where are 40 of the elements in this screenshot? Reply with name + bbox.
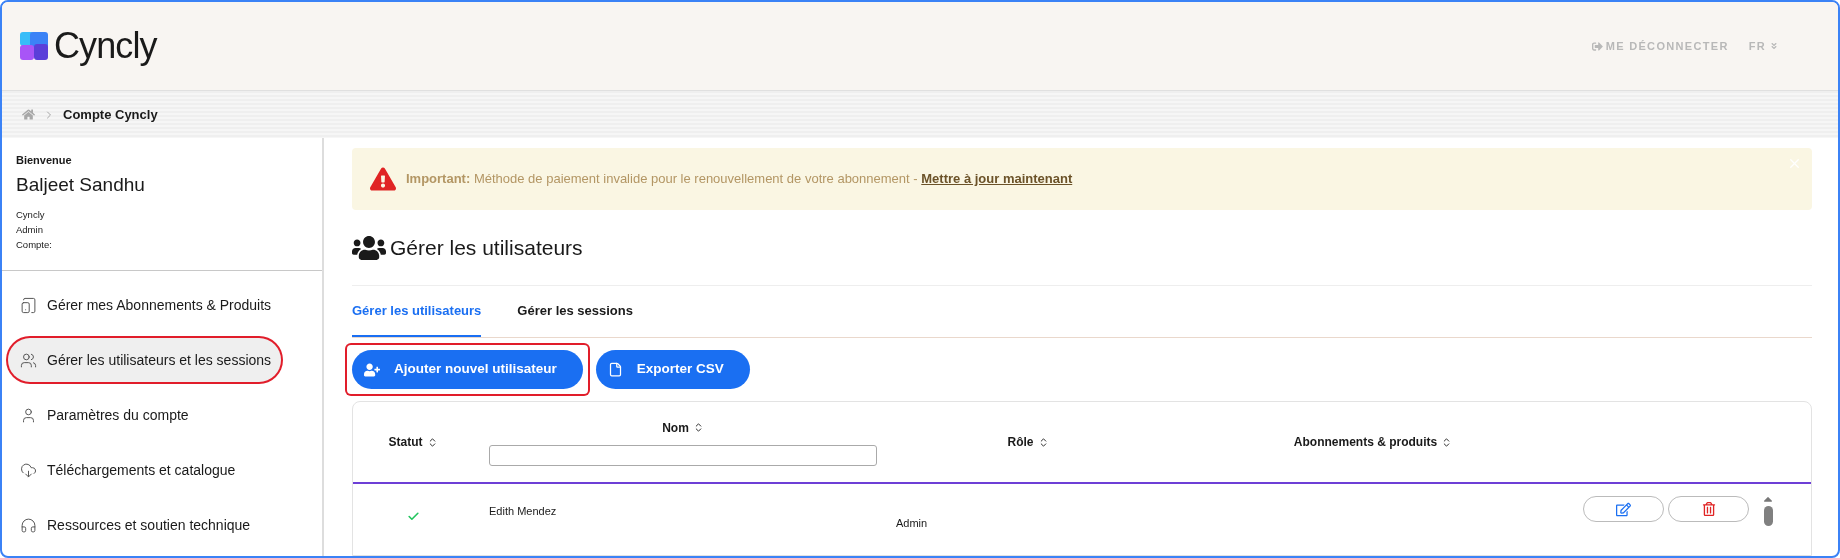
cloud-download-icon: [20, 461, 37, 479]
chevron-down-icon: [1770, 42, 1778, 50]
sidebar-item[interactable]: Paramètres du compte: [8, 393, 199, 437]
table-cell: Admin: [896, 517, 928, 529]
scrollbar-thumb[interactable]: [1763, 506, 1773, 526]
sidebar-item[interactable]: Téléchargements et catalogue: [8, 448, 246, 492]
column-header[interactable]: Statut: [388, 433, 438, 451]
headset-icon: [20, 516, 37, 534]
file-icon: [607, 362, 623, 377]
breadcrumb-item[interactable]: Compte Cyncly: [63, 104, 158, 125]
greeting: Bienvenue: [16, 153, 73, 168]
sidebar-item[interactable]: Gérer les utilisateurs et les sessions: [8, 338, 282, 382]
account-detail: Compte:: [16, 238, 53, 252]
sidebar-item[interactable]: Ressources et soutien technique: [8, 503, 261, 547]
user-plus-icon: [364, 361, 380, 378]
tab[interactable]: Gérer les sessions: [517, 286, 633, 337]
column-header[interactable]: Nom: [662, 418, 704, 437]
tab[interactable]: Gérer les utilisateurs: [352, 286, 482, 337]
logo-icon: [20, 32, 48, 60]
action-button[interactable]: Ajouter nouvel utilisateur: [352, 350, 583, 389]
update-link[interactable]: Mettre à jour maintenant: [921, 171, 1073, 187]
table-cell: Edith Mendez: [489, 505, 557, 517]
logo-text: Cyncly: [54, 28, 157, 64]
user-name: Baljeet Sandhu: [16, 172, 146, 197]
page-title: Gérer les utilisateurs: [390, 234, 583, 261]
edit-icon: [1616, 501, 1631, 517]
user-icon: [20, 406, 37, 424]
column-header[interactable]: Rôle: [1007, 433, 1049, 451]
filter-field[interactable]: [489, 444, 877, 466]
account-detail: Admin: [16, 223, 44, 237]
logout-icon: [1591, 40, 1603, 52]
action-button[interactable]: Exporter CSV: [595, 350, 750, 389]
trash-icon: [1701, 502, 1716, 516]
alert-message: Important: Méthode de paiement invalide pour le renouvellement de votre abonnement - Mettre à jour maintenant: [406, 170, 1073, 189]
account-detail: Cyncly: [16, 208, 46, 222]
warning-icon: [370, 166, 396, 192]
column-header[interactable]: Abonnements & produits: [1293, 433, 1453, 451]
tablet-icon: [20, 296, 37, 314]
users-icon: [20, 351, 37, 369]
sidebar-item[interactable]: Gérer mes Abonnements & Produits: [8, 283, 282, 327]
